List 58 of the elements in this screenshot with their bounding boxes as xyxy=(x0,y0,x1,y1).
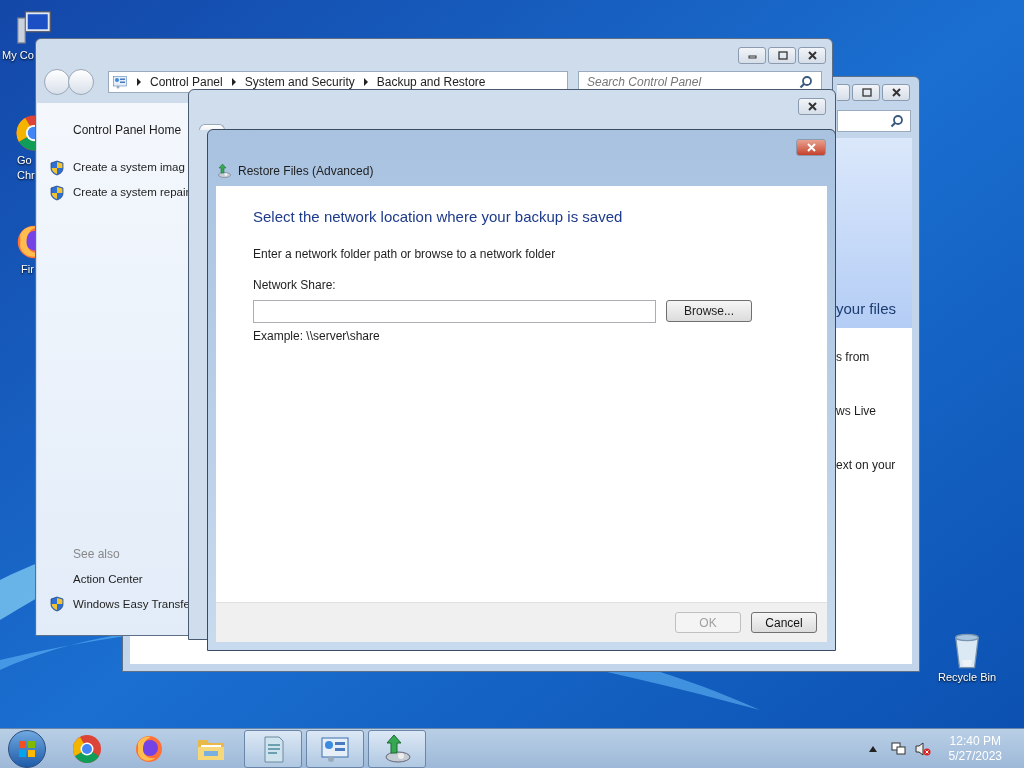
maximize-button[interactable] xyxy=(768,47,796,64)
close-button[interactable] xyxy=(798,47,826,64)
show-hidden-icons-icon xyxy=(868,745,877,752)
taskbar-button[interactable] xyxy=(244,729,302,768)
sidebar-link[interactable]: Control Panel Home xyxy=(73,121,189,139)
breadcrumb[interactable]: Backup and Restore xyxy=(376,73,486,91)
breadcrumb[interactable]: System and Security xyxy=(244,73,355,91)
clock-date: 5/27/2023 xyxy=(948,748,1002,764)
section-heading: See also xyxy=(73,545,121,563)
close-button[interactable] xyxy=(882,84,910,101)
windows-logo-icon xyxy=(18,739,36,758)
panel-text: ext on your xyxy=(836,457,897,474)
backup-icon xyxy=(216,163,232,179)
sidebar-link[interactable]: Windows Easy Transfe xyxy=(73,595,189,613)
control-panel-icon xyxy=(112,74,128,90)
search-icon xyxy=(799,75,813,89)
dialog-heading: Select the network location where your backup is saved xyxy=(253,207,624,227)
sidebar-link[interactable]: Create a system imag xyxy=(73,159,185,177)
chevron-right-icon xyxy=(362,78,369,86)
desktop-icon-label: Fir xyxy=(20,262,34,277)
network-icon xyxy=(890,740,907,757)
taskbar-button[interactable] xyxy=(368,729,426,768)
chevron-right-icon xyxy=(136,78,142,86)
taskbar-button[interactable] xyxy=(306,729,364,768)
sidebar-link[interactable]: Create a system repair xyxy=(73,184,189,202)
shield-icon xyxy=(49,159,65,176)
browse-button[interactable]: Browse... xyxy=(666,300,752,322)
minimize-button[interactable] xyxy=(837,84,850,101)
minimize-button[interactable] xyxy=(738,47,766,64)
shield-icon xyxy=(49,596,65,613)
chrome-icon xyxy=(71,732,103,765)
panel-heading: your files xyxy=(836,298,897,319)
chevron-right-icon xyxy=(230,78,237,86)
panel-text: ws Live xyxy=(836,403,877,420)
desktop-icon-label: Chr xyxy=(16,168,35,183)
field-label: Network Share: xyxy=(253,276,337,294)
maximize-button[interactable] xyxy=(852,84,880,101)
search-field[interactable] xyxy=(837,110,911,132)
search-icon xyxy=(890,114,904,128)
instruction-text: Enter a network folder path or browse to a network folder xyxy=(253,245,557,263)
search-placeholder: Search Control Panel xyxy=(587,74,702,91)
desktop-icon-label: My Co xyxy=(2,48,34,63)
clock-time: 12:40 PM xyxy=(949,733,1001,749)
network-share-field[interactable] xyxy=(253,299,656,323)
dialog-button[interactable]: Cancel xyxy=(751,612,817,633)
sidebar-link[interactable]: Action Center xyxy=(73,570,143,588)
shield-icon xyxy=(49,184,65,201)
panel-text: s from xyxy=(836,349,871,366)
close-button[interactable] xyxy=(798,98,826,115)
volume-muted-icon xyxy=(914,740,931,757)
breadcrumb[interactable]: Control Panel xyxy=(150,73,223,91)
example-text: Example: \\server\share xyxy=(253,327,381,345)
desktop-icon-label: Recycle Bin xyxy=(938,670,997,685)
desktop-icon-label: Go xyxy=(16,153,32,168)
close-button[interactable] xyxy=(796,139,826,156)
dialog-title: Restore Files (Advanced) xyxy=(238,163,374,180)
forward-button[interactable] xyxy=(68,69,94,95)
start-button[interactable] xyxy=(8,729,46,768)
